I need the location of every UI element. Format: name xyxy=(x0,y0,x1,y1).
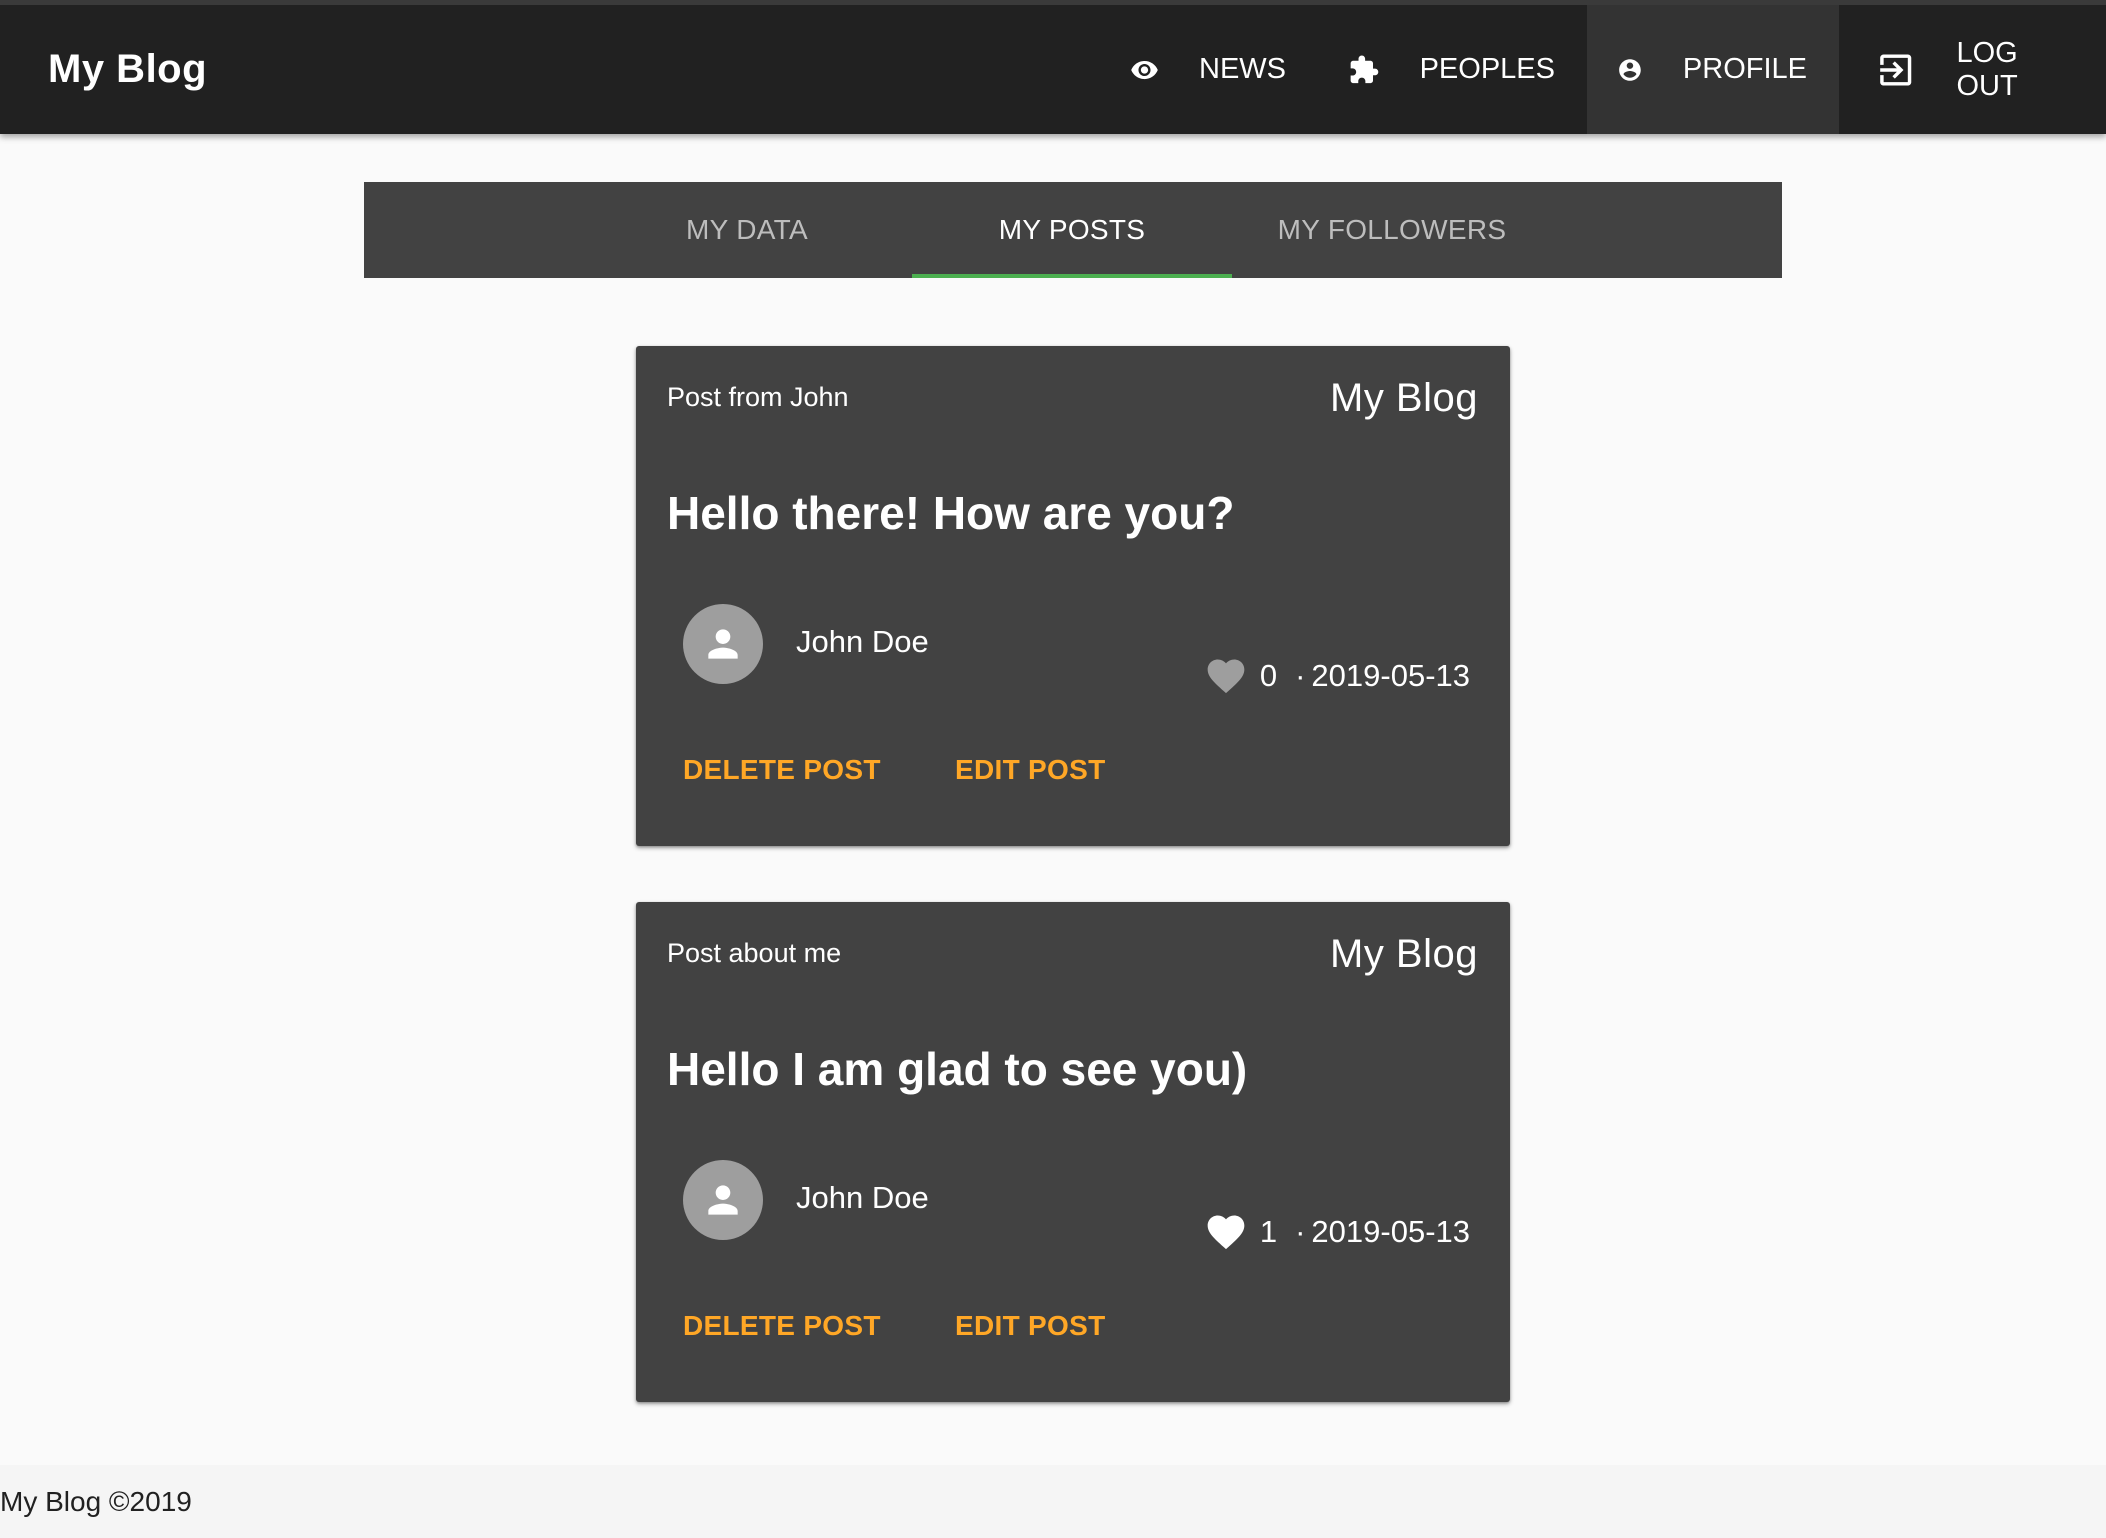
post-date: 2019-05-13 xyxy=(1311,658,1470,693)
nav-news-label: NEWS xyxy=(1199,53,1286,85)
meta-separator: · xyxy=(1295,1214,1306,1249)
post-subtitle: Post about me xyxy=(667,938,842,968)
post-title: Hello there! How are you? xyxy=(667,487,1235,539)
nav-peoples[interactable]: PEOPLES xyxy=(1318,5,1587,134)
account-circle-icon xyxy=(1619,58,1641,81)
post-author[interactable]: John Doe xyxy=(796,1180,929,1216)
main-nav: NEWS PEOPLES PROFILE LOG OUT xyxy=(1100,5,2106,134)
top-app-bar: My Blog NEWS PEOPLES PROFILE LOG OUT xyxy=(0,0,2106,134)
app-brand[interactable]: My Blog xyxy=(48,5,207,134)
delete-post-button[interactable]: DELETE POST xyxy=(683,1296,881,1356)
avatar[interactable] xyxy=(683,604,763,684)
post-card: Post from John My Blog Hello there! How … xyxy=(636,346,1510,846)
like-count: 1 xyxy=(1259,1214,1278,1249)
heart-icon[interactable] xyxy=(1204,1210,1248,1254)
eye-icon xyxy=(1131,60,1158,79)
post-card: Post about me My Blog Hello I am glad to… xyxy=(636,902,1510,1402)
tab-my-posts[interactable]: MY POSTS xyxy=(912,182,1232,278)
footer: My Blog ©2019 xyxy=(0,1465,2106,1538)
person-icon xyxy=(708,629,738,659)
delete-post-button[interactable]: DELETE POST xyxy=(683,740,881,800)
post-meta: 1 · 2019-05-13 xyxy=(1204,1210,1470,1254)
active-tab-indicator xyxy=(912,274,1232,278)
tab-my-data[interactable]: MY DATA xyxy=(624,182,870,278)
edit-post-button[interactable]: EDIT POST xyxy=(955,740,1106,800)
logout-icon xyxy=(1880,53,1912,86)
puzzle-icon xyxy=(1350,55,1379,83)
profile-tabs: MY DATA MY POSTS MY FOLLOWERS xyxy=(364,182,1782,278)
nav-profile-label: PROFILE xyxy=(1682,53,1807,85)
edit-post-button[interactable]: EDIT POST xyxy=(955,1296,1106,1356)
post-title: Hello I am glad to see you) xyxy=(667,1043,1248,1095)
avatar[interactable] xyxy=(683,1160,763,1240)
post-subtitle: Post from John xyxy=(667,382,849,412)
post-meta: 0 · 2019-05-13 xyxy=(1204,654,1470,698)
tab-my-followers[interactable]: MY FOLLOWERS xyxy=(1232,182,1552,278)
post-brand: My Blog xyxy=(1330,932,1478,976)
nav-news[interactable]: NEWS xyxy=(1100,5,1318,134)
nav-profile[interactable]: PROFILE xyxy=(1587,5,1839,134)
post-date: 2019-05-13 xyxy=(1311,1214,1470,1249)
post-author[interactable]: John Doe xyxy=(796,624,929,660)
meta-separator: · xyxy=(1295,658,1306,693)
post-brand: My Blog xyxy=(1330,376,1478,420)
nav-peoples-label: PEOPLES xyxy=(1419,53,1555,85)
footer-copyright: My Blog ©2019 xyxy=(0,1486,192,1517)
heart-icon[interactable] xyxy=(1204,654,1248,698)
person-icon xyxy=(708,1185,738,1215)
nav-logout-label: LOG OUT xyxy=(1956,36,2018,102)
like-count: 0 xyxy=(1259,658,1278,693)
nav-logout[interactable]: LOG OUT xyxy=(1839,5,2106,134)
